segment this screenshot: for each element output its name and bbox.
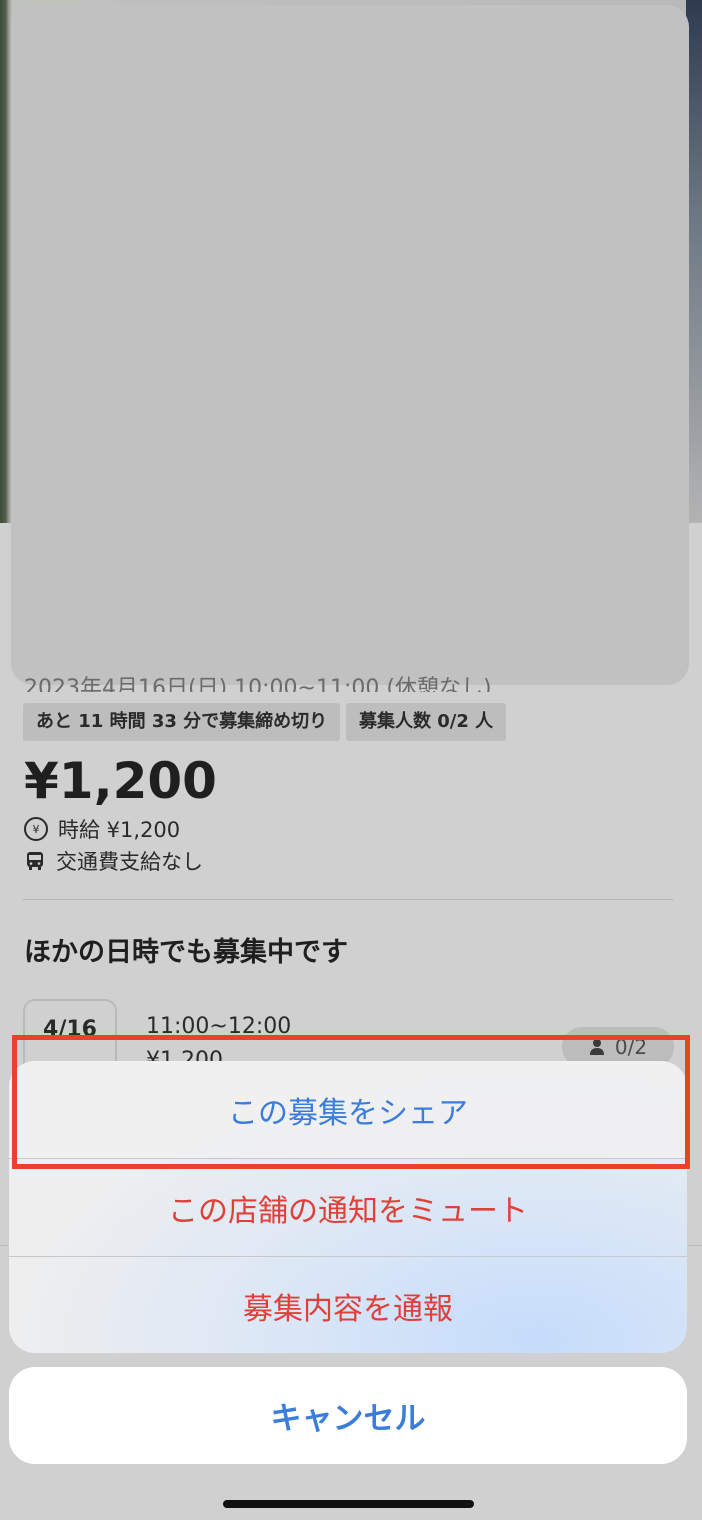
other-dates-title: ほかの日時でも募集中です [24, 937, 348, 968]
home-indicator [223, 1500, 474, 1508]
bus-icon [27, 852, 43, 870]
transport-row: 交通費支給なし [24, 847, 203, 875]
redacted-overlay [11, 5, 689, 685]
highlight-box [12, 1035, 690, 1169]
cancel-button[interactable]: キャンセル [9, 1367, 687, 1464]
price: ¥1,200 [24, 752, 217, 810]
deadline-tag: あと 11 時間 33 分で募集締め切り [23, 703, 341, 741]
capacity-tag: 募集人数 0/2 人 [346, 703, 507, 741]
hourly-wage-text: 時給 ¥1,200 [58, 818, 181, 842]
mute-store-button[interactable]: この店舗の通知をミュート [9, 1159, 687, 1256]
divider [22, 899, 674, 900]
transport-text: 交通費支給なし [56, 850, 203, 874]
report-button[interactable]: 募集内容を通報 [9, 1257, 687, 1353]
yen-icon: ¥ [24, 817, 48, 841]
schedule-text: 2023年4月16日(日) 10:00~11:00 (休憩なし) [24, 676, 492, 692]
hourly-wage-row: ¥ 時給 ¥1,200 [24, 815, 180, 843]
